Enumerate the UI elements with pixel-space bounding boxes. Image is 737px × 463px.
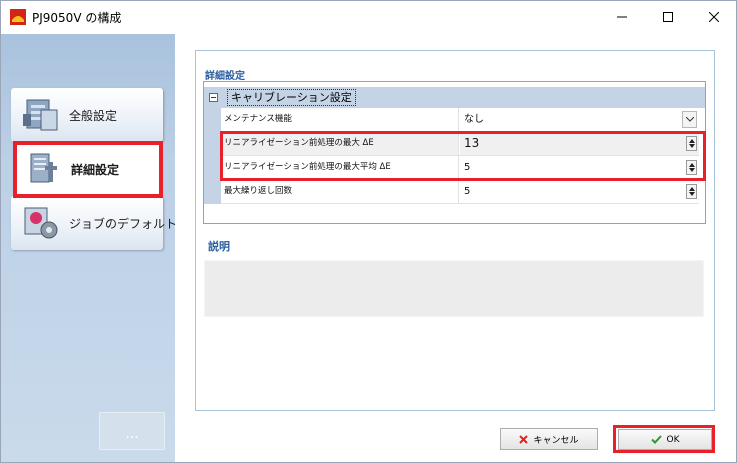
property-name: リニアライゼーション前処理の最大 ΔE bbox=[221, 132, 459, 155]
sidebar-item-label: ジョブのデフォルト bbox=[69, 217, 178, 231]
sidebar-item-label: 全般設定 bbox=[69, 109, 118, 123]
property-value-spinner[interactable]: 5 bbox=[460, 180, 699, 203]
property-value: 5 bbox=[464, 162, 471, 173]
sidebar-item-advanced-settings[interactable]: 詳細設定 bbox=[13, 142, 161, 196]
ok-button-label: OK bbox=[666, 434, 680, 445]
property-value-spinner[interactable]: 5 bbox=[460, 156, 699, 179]
sidebar: 全般設定 詳細設定 ジョブのデフォルト ... bbox=[1, 34, 177, 462]
collapse-icon[interactable] bbox=[209, 93, 218, 102]
property-row-max-avg-delta-e[interactable]: リニアライゼーション前処理の最大平均 ΔE 5 bbox=[221, 156, 699, 180]
spinner-down-icon[interactable] bbox=[689, 192, 695, 196]
property-value-spinner[interactable]: 13 bbox=[460, 132, 699, 155]
property-row-max-delta-e[interactable]: リニアライゼーション前処理の最大 ΔE 13 bbox=[221, 132, 699, 156]
property-row-max-iterations[interactable]: 最大繰り返し回数 5 bbox=[221, 180, 699, 204]
property-value: なし bbox=[464, 114, 484, 125]
maximize-icon bbox=[663, 12, 673, 22]
ok-button[interactable]: OK bbox=[618, 429, 712, 450]
close-icon bbox=[709, 12, 719, 22]
chevron-down-icon bbox=[685, 117, 694, 122]
property-name: メンテナンス機能 bbox=[221, 108, 459, 131]
spinner-up-icon[interactable] bbox=[689, 163, 695, 167]
title-bar[interactable]: PJ9050V の構成 bbox=[1, 1, 736, 33]
description-box bbox=[204, 260, 704, 317]
property-value: 13 bbox=[464, 136, 480, 150]
dropdown-button[interactable] bbox=[682, 111, 697, 128]
minimize-icon bbox=[617, 16, 627, 18]
sidebar-item-job-defaults[interactable]: ジョブのデフォルト bbox=[11, 196, 177, 250]
checkmark-icon bbox=[650, 435, 662, 444]
property-value: 5 bbox=[464, 186, 471, 197]
sidebar-item-label: 詳細設定 bbox=[71, 163, 120, 177]
section-title: 詳細設定 bbox=[205, 71, 245, 82]
configuration-dialog: PJ9050V の構成 全般設定 詳細設定 ジョブのデフォルト ... 詳細設定… bbox=[0, 0, 737, 463]
spinner-up-icon[interactable] bbox=[689, 187, 695, 191]
property-value-dropdown[interactable]: なし bbox=[460, 108, 699, 131]
spinner-down-icon[interactable] bbox=[689, 168, 695, 172]
property-name: 最大繰り返し回数 bbox=[221, 180, 459, 203]
spinner-down-icon[interactable] bbox=[689, 144, 695, 148]
more-button[interactable]: ... bbox=[99, 412, 165, 450]
spinner-control[interactable] bbox=[686, 136, 697, 151]
sidebar-item-general-settings[interactable]: 全般設定 bbox=[11, 88, 163, 142]
property-row-maintenance[interactable]: メンテナンス機能 なし bbox=[221, 108, 699, 132]
close-icon bbox=[519, 434, 529, 444]
maximize-button[interactable] bbox=[645, 1, 691, 33]
category-label[interactable]: キャリブレーション設定 bbox=[227, 89, 356, 106]
window-title: PJ9050V の構成 bbox=[32, 11, 122, 25]
general-settings-icon bbox=[23, 99, 58, 131]
spinner-control[interactable] bbox=[686, 160, 697, 175]
description-title: 説明 bbox=[208, 240, 230, 253]
grid-gutter bbox=[204, 108, 221, 204]
advanced-settings-icon bbox=[30, 153, 57, 183]
app-logo-icon bbox=[10, 9, 26, 25]
minimize-button[interactable] bbox=[599, 1, 645, 33]
cancel-button[interactable]: キャンセル bbox=[500, 428, 598, 450]
close-button[interactable] bbox=[691, 1, 737, 33]
job-defaults-icon bbox=[24, 207, 58, 239]
cancel-button-label: キャンセル bbox=[533, 435, 579, 446]
spinner-up-icon[interactable] bbox=[689, 139, 695, 143]
property-name: リニアライゼーション前処理の最大平均 ΔE bbox=[221, 156, 459, 179]
spinner-control[interactable] bbox=[686, 184, 697, 199]
